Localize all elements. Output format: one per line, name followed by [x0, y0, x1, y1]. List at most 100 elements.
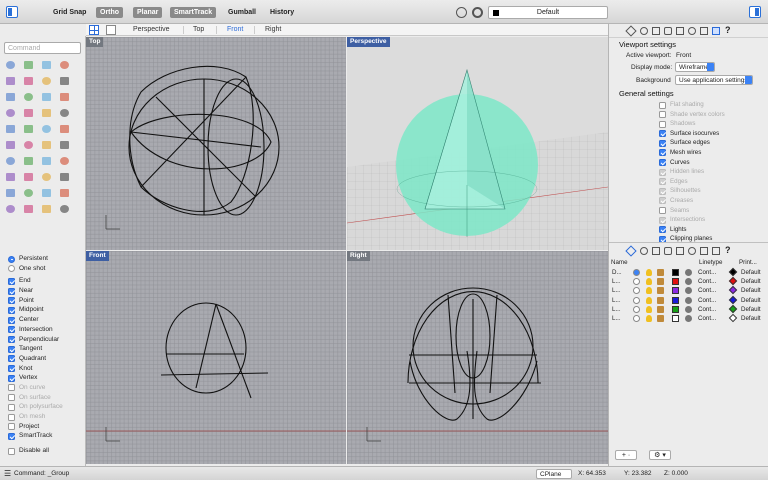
display-mode-select[interactable]: Wireframe — [675, 62, 715, 72]
display-icon[interactable] — [712, 247, 720, 255]
toggle-left-panel-icon[interactable] — [6, 6, 18, 18]
layer-row[interactable]: L... Cont... Default — [610, 276, 768, 286]
checkbox[interactable] — [8, 316, 15, 324]
print-color-swatch[interactable] — [728, 313, 738, 323]
tool-button[interactable] — [57, 90, 73, 104]
osnap-checkbox[interactable]: SmartTrack — [8, 431, 86, 441]
layer-linetype[interactable]: Cont... — [698, 286, 716, 295]
layer-print-header[interactable]: Print... — [739, 259, 757, 267]
checkbox[interactable] — [659, 187, 666, 195]
help-icon[interactable]: ? — [725, 25, 731, 35]
current-layer-radio[interactable] — [633, 278, 640, 286]
material-icon[interactable] — [685, 287, 692, 295]
checkbox[interactable] — [8, 432, 15, 440]
materials-icon[interactable] — [652, 27, 660, 35]
checkbox[interactable] — [8, 336, 15, 343]
viewport-top[interactable]: Top — [86, 37, 346, 250]
checkbox[interactable] — [659, 178, 666, 186]
checkbox[interactable] — [8, 384, 15, 392]
osnap-checkbox[interactable]: Point — [8, 296, 86, 306]
setting-checkbox[interactable]: Seams — [659, 206, 768, 216]
tool-button[interactable] — [39, 186, 55, 200]
smarttrack-button[interactable]: SmartTrack — [170, 7, 217, 18]
setting-checkbox[interactable]: Lights — [659, 225, 768, 235]
setting-checkbox[interactable]: Flat shading — [659, 100, 768, 110]
osnap-checkbox[interactable]: Midpoint — [8, 305, 86, 315]
tab-perspective[interactable]: Perspective — [126, 24, 177, 36]
current-layer-radio[interactable] — [633, 269, 640, 276]
osnap-checkbox[interactable]: Tangent — [8, 344, 86, 354]
material-icon[interactable] — [685, 296, 692, 304]
help-icon[interactable]: ? — [725, 245, 731, 255]
layers-icon[interactable] — [625, 25, 637, 37]
current-layer-radio[interactable] — [633, 287, 640, 295]
layer-color-swatch[interactable] — [672, 315, 679, 322]
tool-button[interactable] — [21, 122, 37, 136]
layer-color-swatch[interactable] — [672, 287, 679, 295]
tool-button[interactable] — [57, 122, 73, 136]
checkbox[interactable] — [659, 149, 666, 157]
setting-checkbox[interactable]: Intersections — [659, 215, 768, 225]
camera-icon[interactable] — [664, 247, 672, 255]
print-color-swatch[interactable] — [728, 304, 738, 314]
checkbox[interactable] — [8, 394, 15, 402]
add-layer-button[interactable]: + · — [615, 450, 637, 460]
print-color-swatch[interactable] — [728, 267, 738, 277]
layer-name-header[interactable]: Name — [611, 259, 628, 267]
setting-checkbox[interactable]: Mesh wires — [659, 148, 768, 158]
viewport-right[interactable]: Right — [347, 251, 608, 464]
layer-print-width[interactable]: Default — [741, 296, 761, 305]
layer-print-width[interactable]: Default — [741, 268, 761, 277]
lightbulb-icon[interactable] — [646, 269, 652, 276]
layer-print-width[interactable]: Default — [741, 286, 761, 295]
layer-print-width[interactable]: Default — [741, 314, 761, 323]
osnap-checkbox[interactable]: Intersection — [8, 325, 86, 335]
setting-checkbox[interactable]: Shade vertex colors — [659, 110, 768, 120]
checkbox[interactable] — [659, 168, 666, 176]
setting-checkbox[interactable]: Curves — [659, 158, 768, 168]
four-view-layout-icon[interactable] — [89, 25, 99, 35]
osnap-checkbox[interactable]: Knot — [8, 364, 86, 374]
tool-button[interactable] — [21, 170, 37, 184]
properties-icon[interactable] — [640, 247, 648, 255]
tool-button[interactable] — [3, 74, 19, 88]
checkbox[interactable] — [659, 226, 666, 234]
osnap-checkbox[interactable]: Quadrant — [8, 354, 86, 364]
tool-button[interactable] — [3, 138, 19, 152]
render-icon[interactable] — [676, 27, 684, 35]
radio-button[interactable] — [8, 265, 15, 273]
checkbox[interactable] — [8, 413, 15, 421]
single-view-layout-icon[interactable] — [106, 25, 116, 35]
command-history-icon[interactable]: ☰ — [4, 467, 11, 480]
tool-button[interactable] — [21, 186, 37, 200]
lightbulb-icon[interactable] — [646, 296, 652, 304]
tab-front[interactable]: Front — [220, 24, 250, 36]
record-history-icon[interactable] — [456, 7, 467, 18]
tool-button[interactable] — [3, 122, 19, 136]
layer-color-swatch[interactable] — [672, 278, 679, 286]
materials-icon[interactable] — [652, 247, 660, 255]
tool-button[interactable] — [57, 202, 73, 216]
osnap-checkbox[interactable]: Project — [8, 422, 86, 432]
setting-checkbox[interactable]: Hidden lines — [659, 167, 768, 177]
tool-button[interactable] — [39, 106, 55, 120]
toggle-right-panel-icon[interactable] — [749, 6, 761, 18]
tool-button[interactable] — [39, 154, 55, 168]
layer-linetype-header[interactable]: Linetype — [699, 259, 722, 267]
notes-icon[interactable] — [700, 247, 708, 255]
layer-linetype[interactable]: Cont... — [698, 277, 716, 286]
layer-linetype[interactable]: Cont... — [698, 268, 716, 277]
osnap-checkbox[interactable]: On polysurface — [8, 402, 86, 412]
notes-icon[interactable] — [700, 27, 708, 35]
osnap-mode-radio[interactable]: Persistent — [8, 254, 86, 264]
tool-button[interactable] — [57, 106, 73, 120]
checkbox[interactable] — [8, 326, 15, 334]
osnap-checkbox[interactable]: On mesh — [8, 412, 86, 422]
tool-button[interactable] — [57, 58, 73, 72]
gumball-button[interactable]: Gumball — [224, 7, 260, 18]
tool-button[interactable] — [57, 138, 73, 152]
command-input[interactable]: Command — [4, 42, 81, 54]
tool-button[interactable] — [3, 170, 19, 184]
checkbox[interactable] — [659, 120, 666, 128]
tool-button[interactable] — [21, 154, 37, 168]
